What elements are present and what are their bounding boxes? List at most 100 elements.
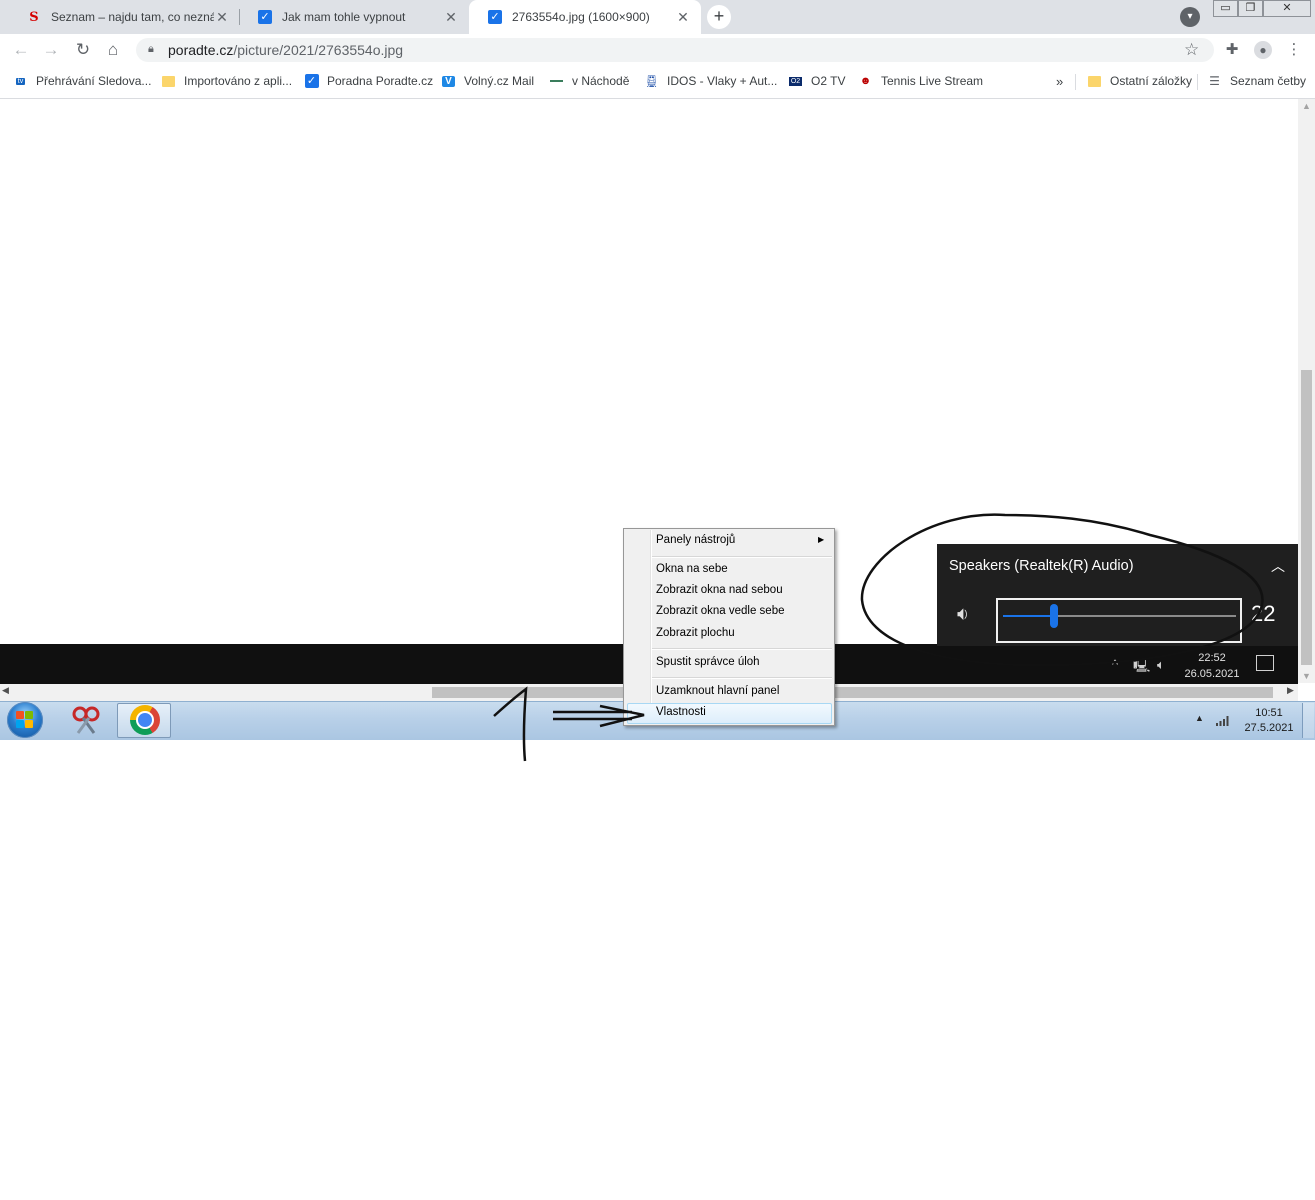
menu-gutter — [650, 530, 652, 724]
profile-icon[interactable]: ● — [1253, 40, 1273, 60]
extensions-icon[interactable]: ✚ — [1222, 40, 1242, 60]
bookmarks-divider — [1075, 74, 1076, 90]
clock-time: 10:51 — [1255, 707, 1283, 719]
bookmark-label: Přehrávání Sledova... — [36, 74, 152, 88]
bookmark-label: Seznam četby — [1230, 74, 1307, 88]
minimize-button[interactable]: ▭ — [1213, 0, 1238, 17]
tray-expand-icon[interactable]: ▲ — [1195, 713, 1204, 723]
bookmark-other[interactable]: Ostatní záložky — [1087, 72, 1192, 90]
clock-date: 27.5.2021 — [1244, 722, 1294, 734]
bookmark-label: Tennis Live Stream — [881, 74, 984, 88]
snipping-tool-icon[interactable] — [70, 705, 102, 735]
inner-time: 22:52 — [1198, 652, 1226, 664]
tab-image[interactable]: ✓ 2763554o.jpg (1600×900) ✕ — [469, 0, 701, 34]
bookmark-label: v Náchodě — [572, 74, 630, 88]
bookmark-label: Poradna Poradte.cz — [327, 74, 434, 88]
menu-kebab-icon[interactable]: ⋮ — [1284, 40, 1304, 60]
reading-list[interactable]: ☰ Seznam četby — [1207, 72, 1306, 90]
reading-list-icon: ☰ — [1209, 74, 1220, 88]
tab-jak-mam[interactable]: ✓ Jak mam tohle vypnout ✕ — [239, 0, 469, 34]
speaker-icon: 🔉︎ — [957, 604, 969, 625]
bookmark-volny[interactable]: V Volný.cz Mail — [441, 72, 534, 90]
reload-icon[interactable]: ↻ — [73, 40, 93, 60]
bookmark-prehravani[interactable]: tv Přehrávání Sledova... — [13, 72, 151, 90]
bookmark-idos[interactable]: 🚆︎ IDOS - Vlaky + Aut... — [644, 72, 777, 90]
menu-item-panely-nastroju[interactable]: Panely nástrojů — [656, 534, 735, 546]
scroll-left-arrow-icon[interactable]: ◀ — [2, 685, 9, 696]
inner-clock: 22:52 26.05.2021 — [1178, 650, 1246, 682]
notification-icon — [1256, 655, 1274, 671]
check-icon: ✓ — [487, 9, 503, 25]
inner-date: 26.05.2021 — [1184, 668, 1240, 680]
bookmark-label: IDOS - Vlaky + Aut... — [667, 74, 778, 88]
menu-separator — [652, 556, 832, 558]
scroll-right-arrow-icon[interactable]: ▶ — [1287, 685, 1294, 696]
horizontal-scroll-thumb[interactable] — [432, 687, 1274, 698]
seznam-icon: S — [29, 9, 39, 25]
close-tab-icon[interactable]: ✕ — [675, 9, 691, 25]
tab-seznam[interactable]: S Seznam – najdu tam, co neznám ✕ — [8, 0, 240, 34]
menu-item-zobrazit-plochu[interactable]: Zobrazit plochu — [656, 627, 735, 639]
bookmark-nachode[interactable]: v Náchodě — [549, 72, 629, 90]
bookmark-o2tv[interactable]: O2 O2 TV — [788, 72, 845, 90]
menu-item-okna-na-sebe[interactable]: Okna na sebe — [656, 563, 728, 575]
url-host: poradte.cz — [168, 42, 234, 58]
url-path: /picture/2021/2763554o.jpg — [233, 42, 404, 58]
check-icon: ✓ — [257, 9, 273, 25]
volume-level: 22 — [1251, 601, 1276, 626]
tab-search-icon[interactable]: ▾ — [1180, 7, 1200, 27]
close-window-button[interactable]: ✕ — [1263, 0, 1311, 17]
bookmark-label: O2 TV — [811, 74, 846, 88]
bookmark-tennis[interactable]: ☻ Tennis Live Stream — [858, 72, 983, 90]
close-tab-icon[interactable]: ✕ — [214, 9, 230, 25]
more-bookmarks-icon[interactable]: » — [1056, 72, 1063, 90]
back-icon[interactable]: ← — [11, 40, 31, 60]
bookmark-star-icon[interactable]: ☆ — [1184, 40, 1199, 60]
train-icon: 🚆︎ — [643, 74, 660, 88]
bookmarks-divider — [1197, 74, 1198, 90]
windows-flag-icon — [16, 711, 34, 729]
submenu-arrow-icon: ▶ — [818, 535, 825, 544]
check-icon: ✓ — [304, 74, 319, 88]
scroll-up-arrow-icon[interactable]: ▲ — [1298, 99, 1315, 113]
menu-separator — [652, 648, 832, 650]
volume-slider-frame — [996, 598, 1242, 643]
dash-icon — [549, 74, 564, 88]
tray-chevron-icon: ^ — [1112, 657, 1119, 672]
v-icon: V — [441, 74, 456, 88]
menu-item-okna-nad-sebou[interactable]: Zobrazit okna nad sebou — [656, 584, 783, 596]
tab-title: 2763554o.jpg (1600×900) — [512, 10, 650, 24]
mask-icon: ☻ — [859, 75, 872, 87]
bookmark-poradna[interactable]: ✓ Poradna Poradte.cz — [304, 72, 433, 90]
folder-icon — [1087, 74, 1102, 88]
volume-slider-thumb — [1050, 604, 1059, 628]
new-tab-button[interactable]: + — [707, 5, 731, 29]
menu-separator — [652, 677, 832, 679]
vertical-scroll-thumb[interactable] — [1301, 370, 1312, 665]
bookmark-importovano[interactable]: Importováno z apli... — [161, 72, 292, 90]
home-icon[interactable]: ⌂ — [103, 40, 123, 60]
show-desktop-button[interactable] — [1302, 703, 1314, 738]
menu-item-okna-vedle-sebe[interactable]: Zobrazit okna vedle sebe — [656, 605, 785, 617]
menu-item-spravce-uloh[interactable]: Spustit správce úloh — [656, 656, 760, 668]
scroll-down-arrow-icon[interactable]: ▼ — [1298, 669, 1315, 683]
lock-icon[interactable]: 🔒︎ — [148, 43, 154, 56]
url-text[interactable]: poradte.cz/picture/2021/2763554o.jpg — [168, 42, 403, 58]
tv-icon: tv — [15, 77, 26, 85]
close-tab-icon[interactable]: ✕ — [443, 9, 459, 25]
folder-icon — [161, 74, 176, 88]
taskbar-clock[interactable]: 10:51 27.5.2021 — [1240, 706, 1298, 736]
tab-title: Seznam – najdu tam, co neznám — [51, 10, 214, 24]
network-icon: 🖳︎ — [1133, 658, 1151, 673]
tab-title: Jak mam tohle vypnout — [282, 10, 406, 24]
restore-button[interactable]: ❐ — [1238, 0, 1263, 17]
audio-device-name: Speakers (Realtek(R) Audio) — [949, 558, 1134, 574]
bookmark-label: Ostatní záložky — [1110, 74, 1193, 88]
o2-icon: O2 — [788, 76, 803, 86]
speaker-icon: 🔈︎ — [1157, 657, 1165, 672]
signal-icon[interactable] — [1215, 714, 1231, 726]
forward-icon[interactable]: → — [41, 40, 61, 60]
bookmark-label: Volný.cz Mail — [464, 74, 535, 88]
menu-item-uzamknout-panel[interactable]: Uzamknout hlavní panel — [656, 685, 779, 697]
menu-item-vlastnosti[interactable]: Vlastnosti — [656, 706, 706, 718]
